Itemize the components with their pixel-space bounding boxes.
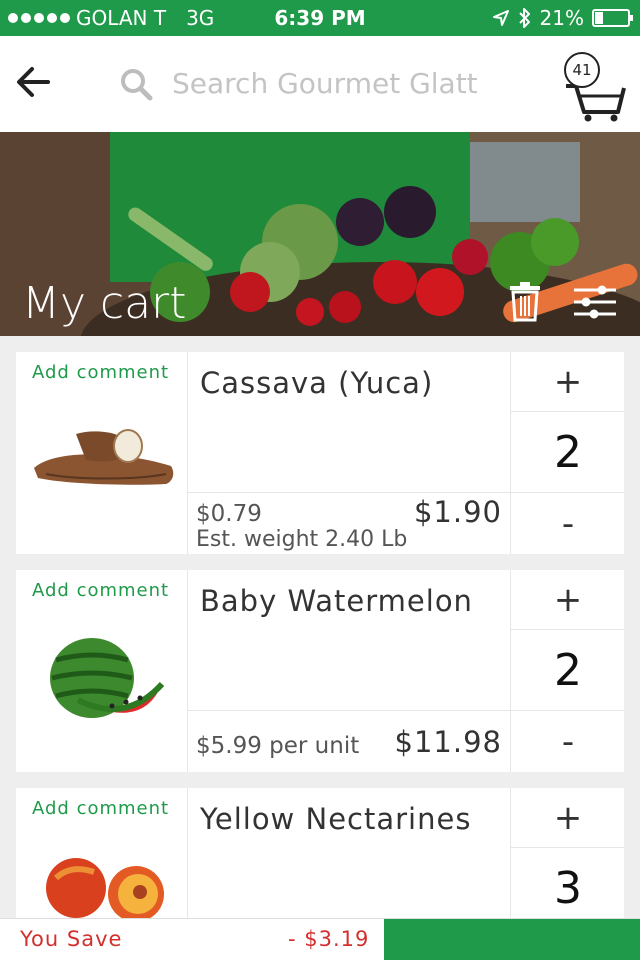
quantity-value: 2: [511, 413, 625, 493]
quantity-stepper: + 2 -: [510, 352, 625, 554]
cart-count-badge: 41: [564, 52, 600, 88]
you-save-amount: - $3.19: [288, 927, 370, 951]
battery-percent: 21%: [539, 6, 584, 30]
cart-item: Add comment Cassava (Yuca) $0.79 Est. we…: [16, 352, 625, 554]
cart-item: Add comment Yellow Nectarines + 3: [16, 788, 624, 920]
cart-button[interactable]: 41: [560, 48, 630, 122]
filter-button[interactable]: [572, 284, 618, 320]
increase-quantity-button[interactable]: +: [511, 352, 625, 412]
bluetooth-icon: [518, 8, 530, 28]
unit-price: $0.79: [196, 501, 262, 527]
item-price-area: $5.99 per unit $11.98: [188, 710, 510, 772]
location-arrow-icon: [492, 10, 509, 26]
search-icon: [121, 69, 153, 101]
add-comment-link[interactable]: Add comment: [32, 580, 169, 601]
item-name: Yellow Nectarines: [200, 802, 472, 836]
item-total: $11.98: [394, 725, 502, 759]
status-bar: GOLAN T 3G 6:39 PM 21%: [0, 0, 640, 36]
estimated-weight: Est. weight 2.40 Lb: [196, 527, 408, 552]
battery-icon: [592, 9, 633, 27]
quantity-stepper: + 2 -: [510, 570, 625, 772]
app-header: 41: [0, 36, 640, 132]
nectarine-image: [46, 858, 164, 920]
you-save-label: You Save: [20, 927, 123, 951]
back-arrow-icon: [17, 67, 50, 97]
item-price-area: $0.79 Est. weight 2.40 Lb $1.90: [188, 492, 510, 554]
quantity-value: 3: [511, 849, 624, 920]
item-thumbnail: Add comment: [16, 570, 188, 772]
status-right: 21%: [492, 6, 633, 30]
item-name: Baby Watermelon: [200, 584, 473, 618]
decrease-quantity-button[interactable]: -: [511, 712, 625, 772]
item-thumbnail: Add comment: [16, 788, 188, 920]
back-button[interactable]: [12, 60, 56, 104]
trash-icon: [510, 282, 540, 322]
sliders-icon: [574, 285, 616, 319]
increase-quantity-button[interactable]: +: [511, 788, 624, 848]
cassava-image: [34, 429, 174, 485]
checkout-button[interactable]: [384, 919, 640, 960]
quantity-stepper: + 3: [510, 788, 624, 920]
add-comment-link[interactable]: Add comment: [32, 798, 169, 819]
watermelon-image: [50, 638, 165, 718]
search-input[interactable]: [172, 58, 532, 108]
unit-price: $5.99 per unit: [196, 733, 360, 759]
item-name: Cassava (Yuca): [200, 366, 434, 400]
add-comment-link[interactable]: Add comment: [32, 362, 169, 383]
decrease-quantity-button[interactable]: -: [511, 494, 625, 554]
cart-item: Add comment Baby Watermelon $5.99 per un…: [16, 570, 625, 772]
quantity-value: 2: [511, 631, 625, 711]
clear-cart-button[interactable]: [508, 282, 542, 322]
item-thumbnail: Add comment: [16, 352, 188, 554]
item-total: $1.90: [413, 495, 502, 529]
page-title: My cart: [22, 278, 187, 329]
savings-bar: You Save - $3.19: [0, 918, 640, 960]
increase-quantity-button[interactable]: +: [511, 570, 625, 630]
